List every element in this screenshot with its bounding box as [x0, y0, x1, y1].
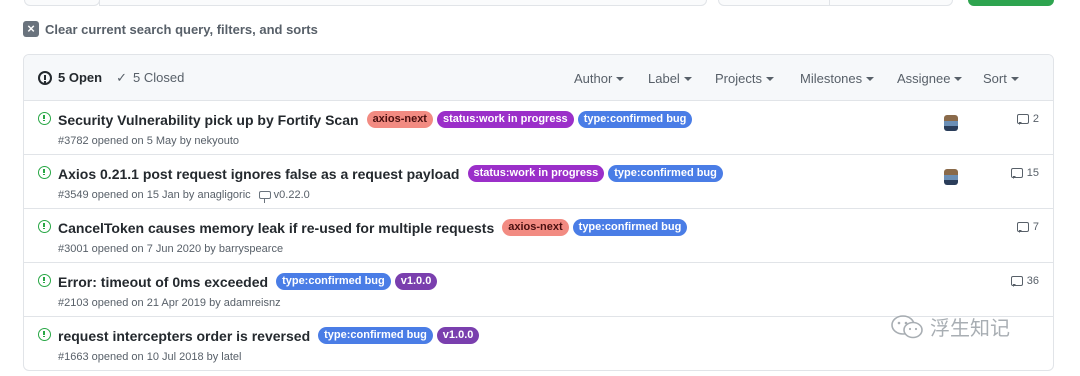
issue-title-line: request intercepters order is reversed ty…	[58, 327, 480, 344]
issue-row: Security Vulnerability pick up by Fortif…	[24, 101, 1053, 155]
assignee-avatar[interactable]	[944, 115, 958, 131]
issue-title-link[interactable]: Axios 0.21.1 post request ignores false …	[58, 166, 460, 182]
issue-label[interactable]: status:work in progress	[436, 111, 574, 128]
comments-link[interactable]: 15	[1010, 167, 1039, 179]
close-icon: ×	[23, 21, 39, 37]
watermark-text: 浮生知记	[930, 318, 1010, 340]
filter-label[interactable]: Label	[648, 71, 692, 86]
filter-label: Author	[574, 71, 613, 86]
comment-icon	[1010, 276, 1023, 287]
issue-opened-by: #3549 opened on 15 Jan by anagligoric	[58, 189, 251, 201]
comment-icon	[1016, 222, 1029, 233]
issue-opened-icon	[38, 220, 51, 233]
comment-count: 2	[1032, 113, 1039, 125]
issue-label[interactable]: type:confirmed bug	[318, 327, 433, 344]
milestone-label: v0.22.0	[273, 189, 310, 201]
issue-opened-by: #3001 opened on 7 Jun 2020 by barryspear…	[58, 243, 284, 255]
issue-label[interactable]: axios-next	[502, 219, 569, 236]
issue-label[interactable]: type:confirmed bug	[276, 273, 391, 290]
issue-opened-icon	[38, 274, 51, 287]
assignee-avatar[interactable]	[944, 169, 958, 185]
issue-label[interactable]: status:work in progress	[467, 165, 605, 182]
labels-button[interactable]	[718, 0, 830, 6]
issue-title-link[interactable]: Security Vulnerability pick up by Fortif…	[58, 112, 359, 128]
filter-label: Milestones	[800, 71, 863, 86]
issue-opened-icon	[38, 112, 51, 125]
issue-meta: #3001 opened on 7 Jun 2020 by barryspear…	[58, 243, 283, 255]
comments-link[interactable]: 7	[1016, 221, 1039, 233]
caret-down-icon	[616, 76, 625, 81]
clear-filters-link[interactable]: × Clear current search query, filters, a…	[23, 20, 318, 38]
issue-title-line: Error: timeout of 0ms exceeded type:confi…	[58, 273, 438, 290]
milestone-link[interactable]: v0.22.0	[258, 189, 310, 203]
clear-filters-label: Clear current search query, filters, and…	[45, 21, 318, 37]
filter-label: Assignee	[897, 71, 951, 86]
issue-row: Axios 0.21.1 post request ignores false …	[24, 155, 1053, 209]
issue-meta: #2103 opened on 21 Apr 2019 by adamreisn…	[58, 297, 281, 309]
filter-label: Projects	[715, 71, 762, 86]
issue-opened-by: #2103 opened on 21 Apr 2019 by adamreisn…	[58, 297, 281, 309]
issue-meta: #3782 opened on 5 May by nekyouto	[58, 135, 239, 147]
comment-icon	[1010, 168, 1023, 179]
filter-author[interactable]: Author	[574, 71, 625, 86]
filter-projects[interactable]: Projects	[715, 71, 774, 86]
comments-link[interactable]: 36	[1010, 275, 1039, 287]
issue-title-link[interactable]: Error: timeout of 0ms exceeded	[58, 274, 268, 290]
caret-down-icon	[954, 76, 963, 81]
comment-icon	[1016, 114, 1029, 125]
wechat-icon	[891, 314, 923, 338]
comment-count: 7	[1032, 221, 1039, 233]
issue-title-line: CancelToken causes memory leak if re-use…	[58, 219, 688, 236]
issue-label[interactable]: v1.0.0	[394, 273, 438, 290]
issue-opened-icon	[38, 328, 51, 341]
comment-count: 15	[1026, 167, 1039, 179]
caret-down-icon	[765, 76, 774, 81]
milestone-icon	[258, 191, 271, 203]
issue-row: CancelToken causes memory leak if re-use…	[24, 209, 1053, 263]
issue-title-line: Axios 0.21.1 post request ignores false …	[58, 165, 723, 182]
issue-meta: #1663 opened on 10 Jul 2018 by latel	[58, 351, 242, 363]
issue-opened-by: #1663 opened on 10 Jul 2018 by latel	[58, 351, 242, 363]
issue-opened-by: #3782 opened on 5 May by nekyouto	[58, 135, 240, 147]
issue-title-link[interactable]: request intercepters order is reversed	[58, 328, 310, 344]
filter-milestones[interactable]: Milestones	[800, 71, 875, 86]
issue-title-line: Security Vulnerability pick up by Fortif…	[58, 111, 693, 128]
issue-opened-icon	[38, 166, 51, 179]
filter-assignee[interactable]: Assignee	[897, 71, 963, 86]
search-toolbar	[0, 0, 1080, 10]
new-issue-button[interactable]	[968, 0, 1054, 6]
issue-label[interactable]: type:confirmed bug	[572, 219, 688, 236]
issues-list-header: 5 Open ✓ 5 Closed Author Label Projects Mil…	[24, 55, 1053, 101]
milestones-button[interactable]	[829, 0, 953, 6]
comments-link[interactable]: 2	[1016, 113, 1039, 125]
watermark: 浮生知记	[890, 312, 1010, 341]
issue-label[interactable]: v1.0.0	[436, 327, 480, 344]
search-input[interactable]	[99, 0, 707, 6]
filter-menus: Author Label Projects Milestones Assignee Sor…	[24, 55, 1053, 101]
issue-label[interactable]: type:confirmed bug	[608, 165, 723, 182]
caret-down-icon	[683, 76, 692, 81]
filter-label: Label	[648, 71, 680, 86]
issue-title-link[interactable]: CancelToken causes memory leak if re-use…	[58, 220, 494, 236]
caret-down-icon	[1010, 76, 1019, 81]
caret-down-icon	[866, 76, 875, 81]
issue-label[interactable]: axios-next	[366, 111, 433, 128]
issue-meta: #3549 opened on 15 Jan by anagligoric v0.…	[58, 189, 310, 203]
comment-count: 36	[1026, 275, 1039, 287]
filter-label: Sort	[983, 71, 1007, 86]
issue-row: Error: timeout of 0ms exceeded type:confi…	[24, 263, 1053, 317]
issue-label[interactable]: type:confirmed bug	[577, 111, 693, 128]
filters-dropdown[interactable]	[24, 0, 100, 6]
filter-sort[interactable]: Sort	[983, 71, 1019, 86]
